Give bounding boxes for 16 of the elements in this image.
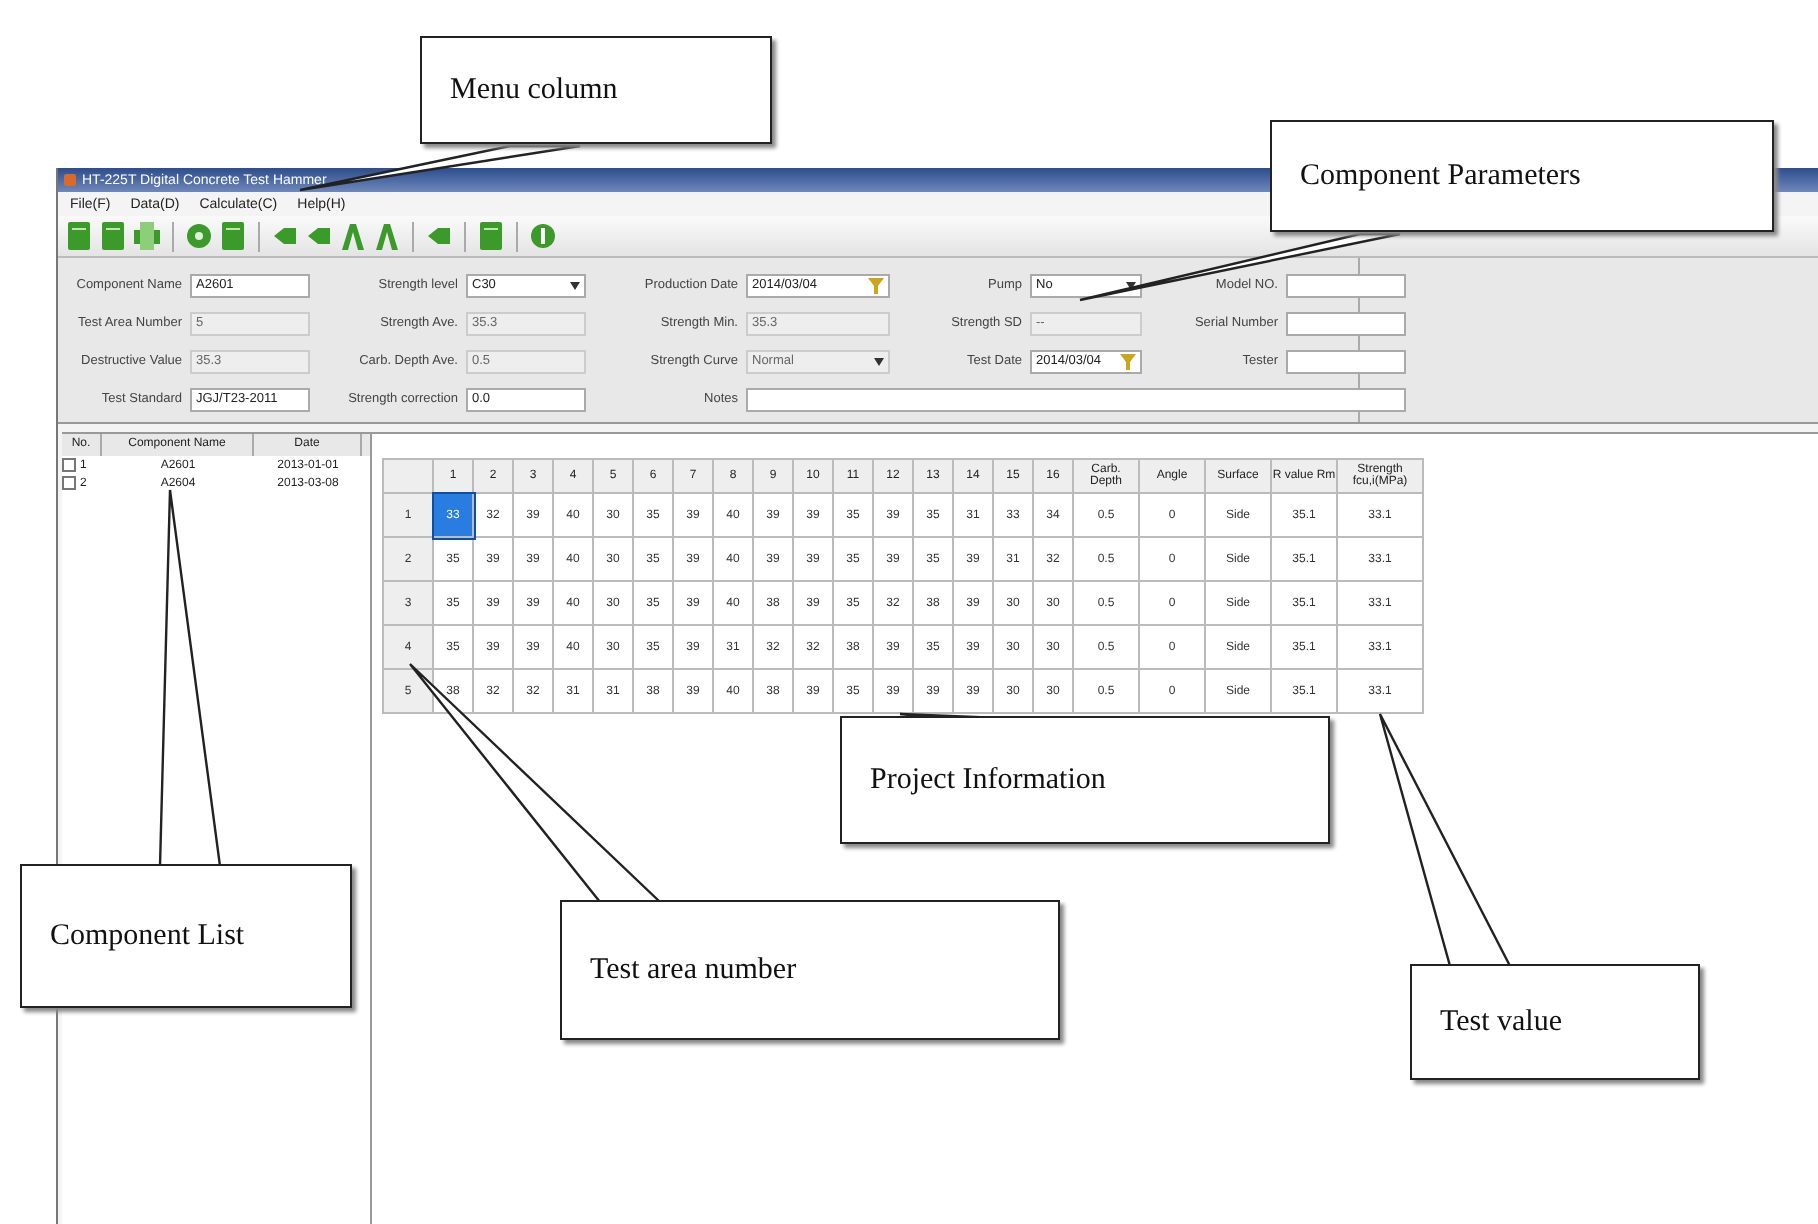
checkbox[interactable] [62, 458, 76, 472]
callout: Test area number [560, 900, 1060, 1040]
callout: Project Information [840, 716, 1330, 844]
text-field[interactable] [1286, 349, 1406, 373]
app-icon [64, 174, 76, 186]
caret-icon [874, 357, 884, 365]
text-field[interactable] [1286, 273, 1406, 297]
page-icon[interactable] [66, 222, 92, 250]
callout: Component List [20, 864, 352, 1008]
info-icon[interactable] [530, 222, 556, 250]
gear-icon[interactable] [186, 222, 212, 250]
callout: Test value [1410, 964, 1700, 1080]
notes-field[interactable] [746, 387, 1406, 411]
text-field[interactable] [1286, 311, 1406, 335]
checkbox[interactable] [62, 476, 76, 490]
caret-icon [570, 281, 580, 289]
